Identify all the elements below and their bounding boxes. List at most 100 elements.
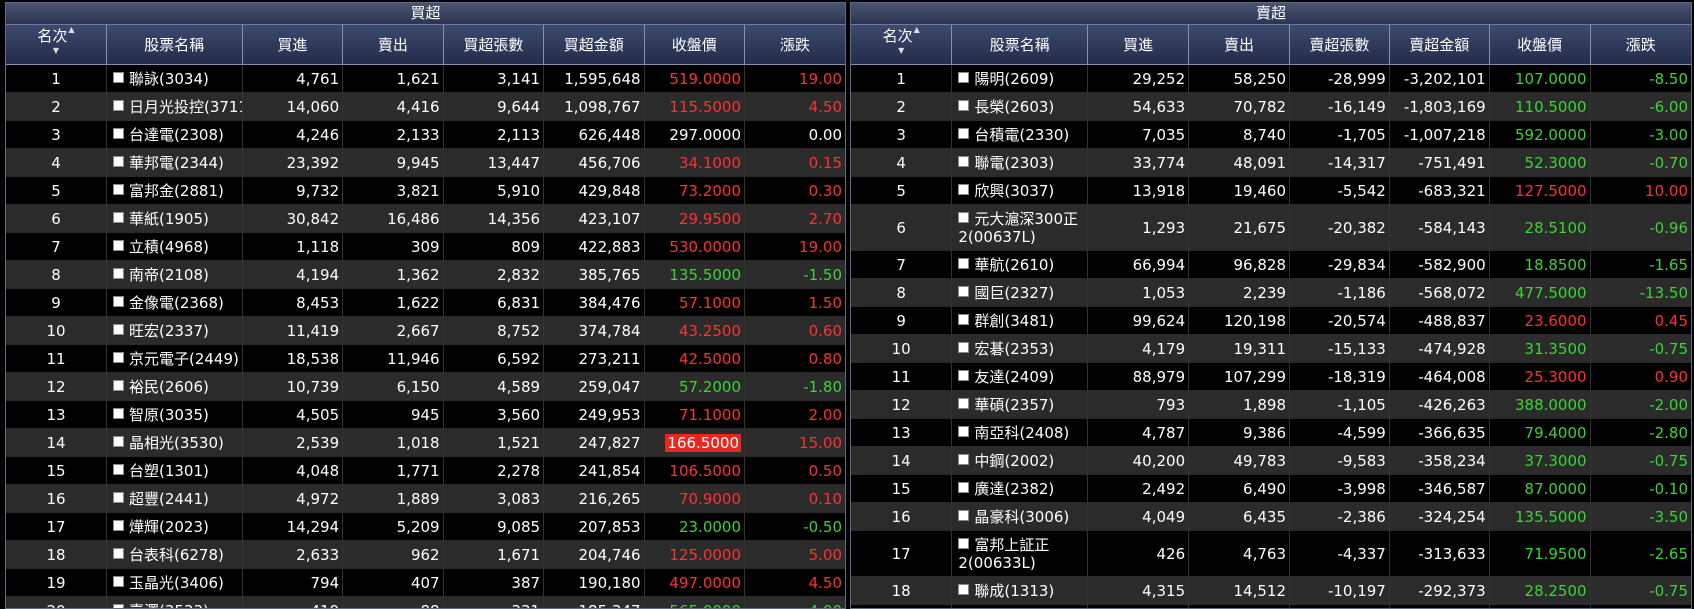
col-net-header[interactable]: 賣超張數 — [1289, 25, 1390, 65]
row-checkbox[interactable] — [112, 492, 124, 503]
col-buy-header[interactable]: 買進 — [1087, 25, 1190, 65]
stock-name-label[interactable]: 華紙(1905) — [129, 210, 209, 228]
row-checkbox[interactable] — [958, 482, 970, 493]
table-row[interactable]: 6 元大滬深300正2(00637L) 1,293 21,675 -20,382 -584… — [851, 204, 1691, 251]
stock-name-label[interactable]: 富邦金(2881) — [129, 182, 224, 200]
row-checkbox[interactable] — [112, 380, 124, 391]
row-checkbox[interactable] — [958, 342, 970, 353]
stock-name-label[interactable]: 中鋼(2002) — [974, 452, 1054, 470]
stock-name-label[interactable]: 陽明(2609) — [974, 70, 1054, 88]
row-checkbox[interactable] — [112, 352, 124, 363]
col-close-header[interactable]: 收盤價 — [644, 25, 746, 65]
row-checkbox[interactable] — [958, 398, 970, 409]
table-row[interactable]: 14 中鋼(2002) 40,200 49,783 -9,583 -358,234 37.3… — [851, 446, 1691, 475]
table-row[interactable]: 16 超豐(2441) 4,972 1,889 3,083 216,265 70.9000 0… — [6, 484, 845, 513]
table-row[interactable]: 3 台達電(2308) 4,246 2,133 2,113 626,448 297.0000… — [6, 120, 845, 149]
stock-name-label[interactable]: 玉晶光(3406) — [129, 574, 224, 592]
stock-name-label[interactable]: 元大滬深300正2(00637L) — [958, 210, 1078, 246]
col-sell-header[interactable]: 賣出 — [1188, 25, 1290, 65]
col-sell-header[interactable]: 賣出 — [342, 25, 444, 65]
stock-name-label[interactable]: 台達電(2308) — [129, 126, 224, 144]
row-checkbox[interactable] — [958, 100, 970, 111]
row-checkbox[interactable] — [958, 286, 970, 297]
col-change-header[interactable]: 漲跌 — [1590, 25, 1691, 65]
stock-name-label[interactable]: 旺宏(2337) — [129, 322, 209, 340]
stock-name-label[interactable]: 群創(3481) — [974, 312, 1054, 330]
stock-name-label[interactable]: 日月光投控(3711) — [129, 98, 241, 116]
stock-name-label[interactable]: 長榮(2603) — [974, 98, 1054, 116]
table-row[interactable]: 10 宏碁(2353) 4,179 19,311 -15,133 -474,928 31.3… — [851, 334, 1691, 363]
row-checkbox[interactable] — [112, 184, 124, 195]
table-row[interactable]: 5 欣興(3037) 13,918 19,460 -5,542 -683,321 127.5… — [851, 176, 1691, 205]
stock-name-label[interactable]: 宏碁(2353) — [974, 340, 1054, 358]
col-rank-header[interactable]: 名次▲ ▼ — [6, 25, 107, 65]
stock-name-label[interactable]: 華碩(2357) — [974, 396, 1054, 414]
stock-name-label[interactable]: 國巨(2327) — [974, 284, 1054, 302]
table-row[interactable]: 19 玉晶光(3406) 794 407 387 190,180 497.0000 4.50 — [6, 568, 845, 597]
stock-name-label[interactable]: 聯成(1313) — [974, 582, 1054, 600]
row-checkbox[interactable] — [112, 72, 124, 83]
table-row[interactable]: 12 華碩(2357) 793 1,898 -1,105 -426,263 388.0000… — [851, 390, 1691, 419]
col-rank-header[interactable]: 名次▲ ▼ — [851, 25, 953, 65]
stock-name-label[interactable]: 欣興(3037) — [974, 182, 1054, 200]
stock-name-label[interactable]: 裕民(2606) — [129, 378, 209, 396]
table-row[interactable]: 17 燁輝(2023) 14,294 5,209 9,085 207,853 23.0000… — [6, 512, 845, 541]
stock-name-label[interactable]: 立積(4968) — [129, 238, 209, 256]
stock-name-label[interactable]: 台塑(1301) — [129, 462, 209, 480]
table-row[interactable]: 2 長榮(2603) 54,633 70,782 -16,149 -1,803,169 11… — [851, 92, 1691, 121]
stock-name-label[interactable]: 金像電(2368) — [129, 294, 224, 312]
table-row[interactable]: 13 南亞科(2408) 4,787 9,386 -4,599 -366,635 79.40… — [851, 418, 1691, 447]
stock-name-label[interactable]: 廣達(2382) — [974, 480, 1054, 498]
col-name-header[interactable]: 股票名稱 — [106, 25, 243, 65]
row-checkbox[interactable] — [958, 454, 970, 465]
row-checkbox[interactable] — [958, 211, 970, 223]
row-checkbox[interactable] — [112, 240, 124, 251]
table-row[interactable]: 15 台塑(1301) 4,048 1,771 2,278 241,854 106.5000… — [6, 456, 845, 485]
table-row[interactable]: 4 華邦電(2344) 23,392 9,945 13,447 456,706 34.100… — [6, 148, 845, 177]
row-checkbox[interactable] — [958, 370, 970, 381]
table-row[interactable]: 16 晶豪科(3006) 4,049 6,435 -2,386 -324,254 135.5… — [851, 502, 1691, 531]
stock-name-label[interactable]: 聯詠(3034) — [129, 70, 209, 88]
table-row[interactable]: 7 立積(4968) 1,118 309 809 422,883 530.0000 19.00 — [6, 232, 845, 261]
col-change-header[interactable]: 漲跌 — [744, 25, 845, 65]
row-checkbox[interactable] — [958, 156, 970, 167]
row-checkbox[interactable] — [112, 268, 124, 279]
row-checkbox[interactable] — [112, 212, 124, 223]
col-amount-header[interactable]: 買超金額 — [543, 25, 645, 65]
table-row[interactable]: 13 智原(3035) 4,505 945 3,560 249,953 71.1000 2.0… — [6, 400, 845, 429]
row-checkbox[interactable] — [112, 520, 124, 531]
col-buy-header[interactable]: 買進 — [242, 25, 344, 65]
table-row[interactable]: 18 聯成(1313) 4,315 14,512 -10,197 -292,373 28.2… — [851, 576, 1691, 605]
stock-name-label[interactable]: 華邦電(2344) — [129, 154, 224, 172]
row-checkbox[interactable] — [112, 100, 124, 111]
stock-name-label[interactable]: 京元電子(2449) — [129, 350, 239, 368]
col-amount-header[interactable]: 賣超金額 — [1389, 25, 1490, 65]
stock-name-label[interactable]: 智原(3035) — [129, 406, 209, 424]
row-checkbox[interactable] — [112, 464, 124, 475]
stock-name-label[interactable]: 南帝(2108) — [129, 266, 209, 284]
table-row[interactable]: 11 友達(2409) 88,979 107,299 -18,319 -464,008 25… — [851, 362, 1691, 391]
table-row[interactable]: 8 國巨(2327) 1,053 2,239 -1,186 -568,072 477.500… — [851, 278, 1691, 307]
table-row[interactable]: 18 台表科(6278) 2,633 962 1,671 204,746 125.0000 5… — [6, 540, 845, 569]
table-row[interactable]: 1 陽明(2609) 29,252 58,250 -28,999 -3,202,101 10… — [851, 64, 1691, 93]
stock-name-label[interactable]: 嘉澤(3533) — [129, 602, 209, 608]
table-row[interactable]: 10 旺宏(2337) 11,419 2,667 8,752 374,784 43.2500… — [6, 316, 845, 345]
row-checkbox[interactable] — [958, 314, 970, 325]
table-row[interactable]: 12 裕民(2606) 10,739 6,150 4,589 259,047 57.2000… — [6, 372, 845, 401]
row-checkbox[interactable] — [112, 604, 124, 608]
table-row[interactable]: 15 廣達(2382) 2,492 6,490 -3,998 -346,587 87.000… — [851, 474, 1691, 503]
table-row[interactable]: 4 聯電(2303) 33,774 48,091 -14,317 -751,491 52.3… — [851, 148, 1691, 177]
stock-name-label[interactable]: 晶相光(3530) — [129, 434, 224, 452]
table-row[interactable]: 9 群創(3481) 99,624 120,198 -20,574 -488,837 23.… — [851, 306, 1691, 335]
row-checkbox[interactable] — [958, 537, 970, 549]
row-checkbox[interactable] — [112, 548, 124, 559]
table-row[interactable]: 7 華航(2610) 66,994 96,828 -29,834 -582,900 18.8… — [851, 250, 1691, 279]
row-checkbox[interactable] — [112, 296, 124, 307]
table-row[interactable]: 14 晶相光(3530) 2,539 1,018 1,521 247,827 166.500… — [6, 428, 845, 457]
row-checkbox[interactable] — [958, 510, 970, 521]
table-row[interactable]: 2 日月光投控(3711) 14,060 4,416 9,644 1,098,767 115… — [6, 92, 845, 121]
row-checkbox[interactable] — [958, 258, 970, 269]
stock-name-label[interactable]: 華航(2610) — [974, 256, 1054, 274]
table-row[interactable]: 5 富邦金(2881) 9,732 3,821 5,910 429,848 73.2000 0… — [6, 176, 845, 205]
row-checkbox[interactable] — [112, 408, 124, 419]
